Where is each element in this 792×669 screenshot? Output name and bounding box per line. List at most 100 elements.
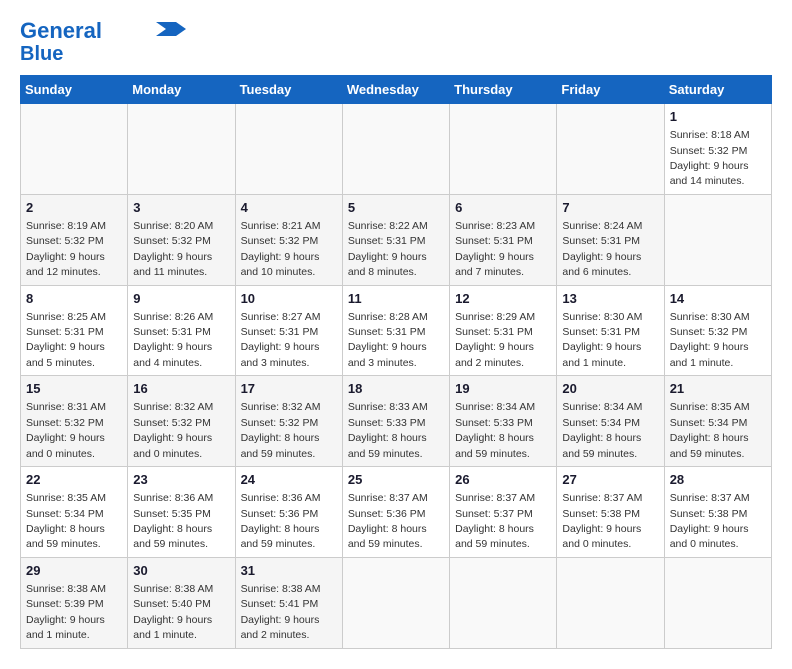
calendar-week-5: 22 Sunrise: 8:35 AMSunset: 5:34 PMDaylig… xyxy=(21,467,772,558)
calendar-cell-w3d4: 19 Sunrise: 8:34 AMSunset: 5:33 PMDaylig… xyxy=(450,376,557,467)
calendar-cell-w5d2: 31 Sunrise: 8:38 AMSunset: 5:41 PMDaylig… xyxy=(235,557,342,648)
calendar-week-6: 29 Sunrise: 8:38 AMSunset: 5:39 PMDaylig… xyxy=(21,557,772,648)
day-info: Sunrise: 8:23 AMSunset: 5:31 PMDaylight:… xyxy=(455,220,535,278)
day-number: 18 xyxy=(348,380,444,398)
calendar-cell-w5d0: 29 Sunrise: 8:38 AMSunset: 5:39 PMDaylig… xyxy=(21,557,128,648)
day-info: Sunrise: 8:38 AMSunset: 5:41 PMDaylight:… xyxy=(241,583,321,641)
calendar-cell-w1d2: 4 Sunrise: 8:21 AMSunset: 5:32 PMDayligh… xyxy=(235,194,342,285)
day-info: Sunrise: 8:21 AMSunset: 5:32 PMDaylight:… xyxy=(241,220,321,278)
day-info: Sunrise: 8:25 AMSunset: 5:31 PMDaylight:… xyxy=(26,311,106,369)
day-number: 17 xyxy=(241,380,337,398)
day-number: 6 xyxy=(455,199,551,217)
calendar-cell-w0d3 xyxy=(342,104,449,195)
day-number: 12 xyxy=(455,290,551,308)
day-number: 14 xyxy=(670,290,766,308)
day-number: 8 xyxy=(26,290,122,308)
calendar-header-thursday: Thursday xyxy=(450,76,557,104)
day-number: 1 xyxy=(670,108,766,126)
calendar-cell-w1d1: 3 Sunrise: 8:20 AMSunset: 5:32 PMDayligh… xyxy=(128,194,235,285)
day-number: 23 xyxy=(133,471,229,489)
calendar-week-2: 2 Sunrise: 8:19 AMSunset: 5:32 PMDayligh… xyxy=(21,194,772,285)
calendar-cell-w1d3: 5 Sunrise: 8:22 AMSunset: 5:31 PMDayligh… xyxy=(342,194,449,285)
calendar-header-tuesday: Tuesday xyxy=(235,76,342,104)
day-number: 24 xyxy=(241,471,337,489)
calendar-cell-w3d5: 20 Sunrise: 8:34 AMSunset: 5:34 PMDaylig… xyxy=(557,376,664,467)
day-info: Sunrise: 8:35 AMSunset: 5:34 PMDaylight:… xyxy=(670,401,750,459)
day-number: 31 xyxy=(241,562,337,580)
day-number: 9 xyxy=(133,290,229,308)
day-number: 25 xyxy=(348,471,444,489)
calendar-cell-w4d1: 23 Sunrise: 8:36 AMSunset: 5:35 PMDaylig… xyxy=(128,467,235,558)
day-number: 28 xyxy=(670,471,766,489)
calendar-cell-w3d1: 16 Sunrise: 8:32 AMSunset: 5:32 PMDaylig… xyxy=(128,376,235,467)
day-info: Sunrise: 8:19 AMSunset: 5:32 PMDaylight:… xyxy=(26,220,106,278)
calendar-cell-w0d0 xyxy=(21,104,128,195)
calendar-header-row: SundayMondayTuesdayWednesdayThursdayFrid… xyxy=(21,76,772,104)
day-number: 15 xyxy=(26,380,122,398)
calendar-cell-w3d2: 17 Sunrise: 8:32 AMSunset: 5:32 PMDaylig… xyxy=(235,376,342,467)
calendar-cell-w0d5 xyxy=(557,104,664,195)
calendar-header-monday: Monday xyxy=(128,76,235,104)
day-number: 10 xyxy=(241,290,337,308)
calendar-cell-w3d3: 18 Sunrise: 8:33 AMSunset: 5:33 PMDaylig… xyxy=(342,376,449,467)
day-info: Sunrise: 8:31 AMSunset: 5:32 PMDaylight:… xyxy=(26,401,106,459)
day-number: 16 xyxy=(133,380,229,398)
day-info: Sunrise: 8:22 AMSunset: 5:31 PMDaylight:… xyxy=(348,220,428,278)
day-info: Sunrise: 8:36 AMSunset: 5:35 PMDaylight:… xyxy=(133,492,213,550)
calendar-cell-w4d2: 24 Sunrise: 8:36 AMSunset: 5:36 PMDaylig… xyxy=(235,467,342,558)
calendar-cell-w4d4: 26 Sunrise: 8:37 AMSunset: 5:37 PMDaylig… xyxy=(450,467,557,558)
calendar-header-friday: Friday xyxy=(557,76,664,104)
calendar-cell-w5d4 xyxy=(450,557,557,648)
calendar-cell-w4d0: 22 Sunrise: 8:35 AMSunset: 5:34 PMDaylig… xyxy=(21,467,128,558)
day-number: 20 xyxy=(562,380,658,398)
calendar-cell-w5d1: 30 Sunrise: 8:38 AMSunset: 5:40 PMDaylig… xyxy=(128,557,235,648)
day-info: Sunrise: 8:27 AMSunset: 5:31 PMDaylight:… xyxy=(241,311,321,369)
calendar-cell-w1d5: 7 Sunrise: 8:24 AMSunset: 5:31 PMDayligh… xyxy=(557,194,664,285)
calendar-cell-w3d0: 15 Sunrise: 8:31 AMSunset: 5:32 PMDaylig… xyxy=(21,376,128,467)
day-info: Sunrise: 8:35 AMSunset: 5:34 PMDaylight:… xyxy=(26,492,106,550)
calendar-week-1: 1 Sunrise: 8:18 AMSunset: 5:32 PMDayligh… xyxy=(21,104,772,195)
calendar-cell-w0d6: 1 Sunrise: 8:18 AMSunset: 5:32 PMDayligh… xyxy=(664,104,771,195)
day-info: Sunrise: 8:34 AMSunset: 5:34 PMDaylight:… xyxy=(562,401,642,459)
day-info: Sunrise: 8:37 AMSunset: 5:38 PMDaylight:… xyxy=(670,492,750,550)
day-number: 19 xyxy=(455,380,551,398)
day-number: 5 xyxy=(348,199,444,217)
day-number: 13 xyxy=(562,290,658,308)
calendar-cell-w2d0: 8 Sunrise: 8:25 AMSunset: 5:31 PMDayligh… xyxy=(21,285,128,376)
day-number: 3 xyxy=(133,199,229,217)
calendar-cell-w4d5: 27 Sunrise: 8:37 AMSunset: 5:38 PMDaylig… xyxy=(557,467,664,558)
day-number: 7 xyxy=(562,199,658,217)
calendar-cell-w5d3 xyxy=(342,557,449,648)
logo-icon xyxy=(156,22,186,36)
calendar-cell-w5d5 xyxy=(557,557,664,648)
calendar-cell-w2d1: 9 Sunrise: 8:26 AMSunset: 5:31 PMDayligh… xyxy=(128,285,235,376)
day-info: Sunrise: 8:33 AMSunset: 5:33 PMDaylight:… xyxy=(348,401,428,459)
day-info: Sunrise: 8:37 AMSunset: 5:37 PMDaylight:… xyxy=(455,492,535,550)
calendar-header-saturday: Saturday xyxy=(664,76,771,104)
calendar-cell-w1d4: 6 Sunrise: 8:23 AMSunset: 5:31 PMDayligh… xyxy=(450,194,557,285)
calendar-cell-w2d6: 14 Sunrise: 8:30 AMSunset: 5:32 PMDaylig… xyxy=(664,285,771,376)
day-number: 2 xyxy=(26,199,122,217)
day-number: 11 xyxy=(348,290,444,308)
calendar-week-4: 15 Sunrise: 8:31 AMSunset: 5:32 PMDaylig… xyxy=(21,376,772,467)
day-number: 22 xyxy=(26,471,122,489)
day-number: 4 xyxy=(241,199,337,217)
day-info: Sunrise: 8:20 AMSunset: 5:32 PMDaylight:… xyxy=(133,220,213,278)
calendar-table: SundayMondayTuesdayWednesdayThursdayFrid… xyxy=(20,75,772,649)
day-number: 30 xyxy=(133,562,229,580)
day-number: 27 xyxy=(562,471,658,489)
calendar-cell-w2d3: 11 Sunrise: 8:28 AMSunset: 5:31 PMDaylig… xyxy=(342,285,449,376)
day-info: Sunrise: 8:37 AMSunset: 5:36 PMDaylight:… xyxy=(348,492,428,550)
day-info: Sunrise: 8:34 AMSunset: 5:33 PMDaylight:… xyxy=(455,401,535,459)
day-info: Sunrise: 8:30 AMSunset: 5:32 PMDaylight:… xyxy=(670,311,750,369)
calendar-header-sunday: Sunday xyxy=(21,76,128,104)
day-info: Sunrise: 8:29 AMSunset: 5:31 PMDaylight:… xyxy=(455,311,535,369)
calendar-cell-w1d6 xyxy=(664,194,771,285)
calendar-cell-w3d6: 21 Sunrise: 8:35 AMSunset: 5:34 PMDaylig… xyxy=(664,376,771,467)
calendar-cell-w4d3: 25 Sunrise: 8:37 AMSunset: 5:36 PMDaylig… xyxy=(342,467,449,558)
day-number: 29 xyxy=(26,562,122,580)
logo-blue-text: Blue xyxy=(20,43,63,65)
logo-text: General xyxy=(20,20,102,42)
day-info: Sunrise: 8:18 AMSunset: 5:32 PMDaylight:… xyxy=(670,129,750,187)
day-info: Sunrise: 8:24 AMSunset: 5:31 PMDaylight:… xyxy=(562,220,642,278)
